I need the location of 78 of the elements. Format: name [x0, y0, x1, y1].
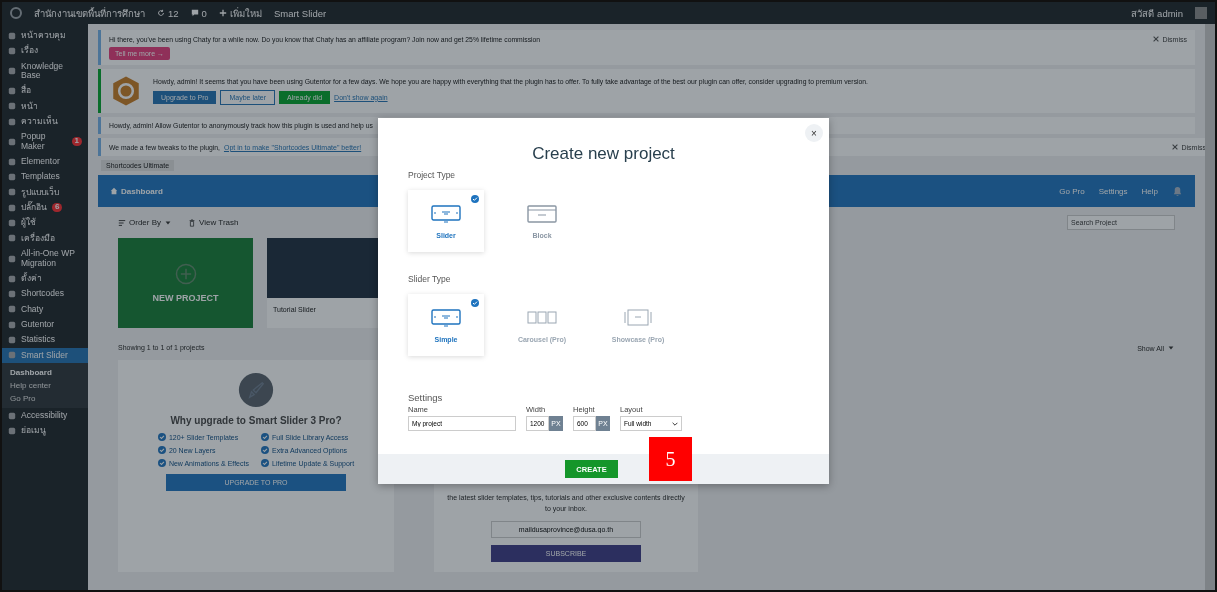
upgrade-title: Why upgrade to Smart Slider 3 Pro? [170, 415, 342, 426]
check-icon [471, 195, 479, 203]
menu-item[interactable]: ความเห็น [2, 114, 88, 130]
menu-item[interactable]: Elementor [2, 154, 88, 170]
section-label: Project Type [408, 170, 457, 180]
home-icon [110, 187, 118, 195]
bell-icon[interactable] [1172, 185, 1183, 197]
menu-item[interactable]: Statistics [2, 332, 88, 348]
comments-link[interactable]: 0 [190, 7, 207, 19]
count-badge: 1 [71, 137, 82, 147]
close-icon [1151, 35, 1160, 43]
order-by-button[interactable]: Order By [118, 218, 172, 227]
comment-icon [190, 9, 199, 17]
menu-item[interactable]: ย่อเมนู [2, 423, 88, 439]
slider-icon [431, 203, 461, 224]
plus-icon [218, 9, 227, 17]
check-icon [157, 459, 166, 467]
check-icon [261, 446, 269, 454]
caret-icon [1167, 344, 1175, 352]
check-icon [261, 459, 269, 467]
menu-item[interactable]: Accessibility [2, 407, 88, 424]
dialog-title: Create new project [531, 144, 676, 164]
menu-item[interactable]: Gutentor [2, 316, 88, 333]
check-icon [261, 433, 269, 441]
menu-icon [8, 137, 16, 146]
menu-item[interactable]: Templates [2, 169, 88, 185]
menu-item[interactable]: Knowledge Base [2, 58, 88, 84]
menu-item[interactable]: Chaty [2, 301, 88, 317]
submenu-item[interactable]: Dashboard [2, 365, 88, 379]
menu-item[interactable]: หน้า [2, 98, 88, 115]
block-icon [527, 203, 557, 224]
menu-item[interactable]: ผู้ใช้ [2, 215, 88, 231]
menu-item[interactable]: เรื่อง [2, 43, 88, 59]
check-icon [157, 433, 166, 441]
submenu-item[interactable]: Help center [2, 378, 88, 392]
plus-icon [174, 263, 197, 285]
count-badge: 6 [52, 203, 63, 213]
menu-item[interactable]: หน้าควบคุม [2, 28, 88, 44]
wordpress-icon[interactable] [10, 7, 22, 19]
menu-item[interactable]: เครื่องมือ [2, 230, 88, 247]
nav-link[interactable]: Go Pro [1059, 186, 1085, 196]
view-trash-button[interactable]: View Trash [188, 218, 239, 227]
menu-item[interactable]: Shortcodes [2, 286, 88, 302]
nav-link[interactable]: Settings [1098, 186, 1128, 196]
menu-item[interactable]: ตั้งค่า [2, 270, 88, 287]
scrollbar[interactable] [1205, 24, 1215, 590]
close-button[interactable]: × [805, 124, 823, 142]
sort-icon [118, 218, 126, 227]
check-icon [157, 446, 166, 454]
new-project-label: NEW PROJECT [152, 293, 219, 303]
nav-link[interactable]: Help [1141, 186, 1158, 196]
menu-item[interactable]: All-in-One WP Migration [2, 246, 88, 271]
trash-icon [188, 218, 196, 227]
showcase-icon [623, 307, 653, 328]
greeting-link[interactable]: สวัสดี admin [1131, 5, 1183, 21]
menu-item[interactable]: ปลั๊กอิน 6 [2, 200, 88, 216]
menu-item[interactable]: รูปแบบเว็บ [2, 184, 88, 201]
submenu-item[interactable]: Go Pro [2, 391, 88, 405]
section-label: Slider Type [408, 274, 452, 284]
chevron-down-icon [672, 421, 678, 426]
menu-item[interactable]: Smart Slider [2, 347, 88, 363]
caret-icon [164, 218, 172, 227]
avatar [1195, 7, 1207, 19]
refresh-icon [157, 9, 165, 17]
slider-icon [431, 307, 461, 328]
menu-icon [8, 67, 16, 76]
new-link[interactable]: เพิ่มใหม่ [218, 5, 262, 21]
menu-item[interactable]: สื่อ [2, 83, 88, 99]
check-icon [471, 299, 479, 307]
close-icon [1170, 143, 1179, 151]
plugin-link[interactable]: Smart Slider [273, 7, 327, 19]
menu-item[interactable]: Popup Maker 1 [2, 129, 88, 155]
section-label: Settings [408, 392, 444, 403]
updates-link[interactable]: 12 [157, 7, 179, 19]
menu-icon [8, 254, 16, 263]
new-project-card[interactable]: NEW PROJECT [118, 238, 253, 328]
step-number-badge: 5 [649, 437, 692, 481]
site-name-link[interactable]: สำนักงานเขตพื้นที่การศึกษา [34, 5, 145, 21]
